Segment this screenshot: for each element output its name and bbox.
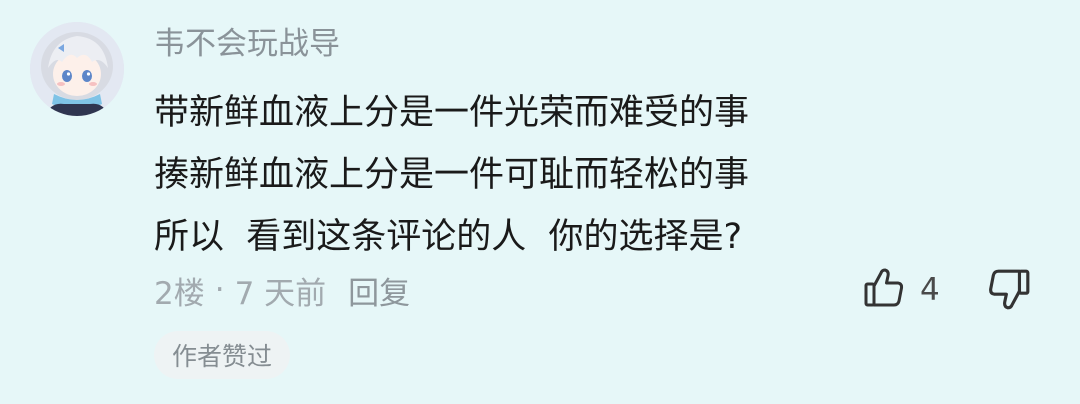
meta-separator: ·: [214, 272, 225, 308]
comment-time: 7 天前: [234, 275, 327, 312]
thumbs-up-icon: [862, 266, 906, 314]
avatar[interactable]: [30, 22, 124, 116]
comment-line: 所以 看到这条评论的人 你的选择是?: [154, 217, 743, 257]
comment-body: 带新鲜血液上分是一件光荣而难受的事 揍新鲜血液上分是一件可耻而轻松的事 所以 看…: [154, 82, 954, 268]
avatar-image: [30, 22, 124, 116]
comment-line: 带新鲜血液上分是一件光荣而难受的事: [154, 93, 750, 133]
floor-number: 2楼: [154, 275, 205, 312]
comment-line: 揍新鲜血液上分是一件可耻而轻松的事: [154, 155, 750, 195]
comment-username[interactable]: 韦不会玩战导: [154, 24, 340, 64]
dislike-button[interactable]: [986, 266, 1034, 314]
author-liked-badge: 作者赞过: [154, 331, 291, 379]
comment-meta: 2楼 · 7 天前 回复: [154, 268, 410, 313]
thumbs-down-icon: [986, 269, 1032, 316]
like-count: 4: [920, 272, 940, 308]
like-button[interactable]: 4: [862, 266, 940, 314]
reply-button[interactable]: 回复: [348, 268, 410, 313]
